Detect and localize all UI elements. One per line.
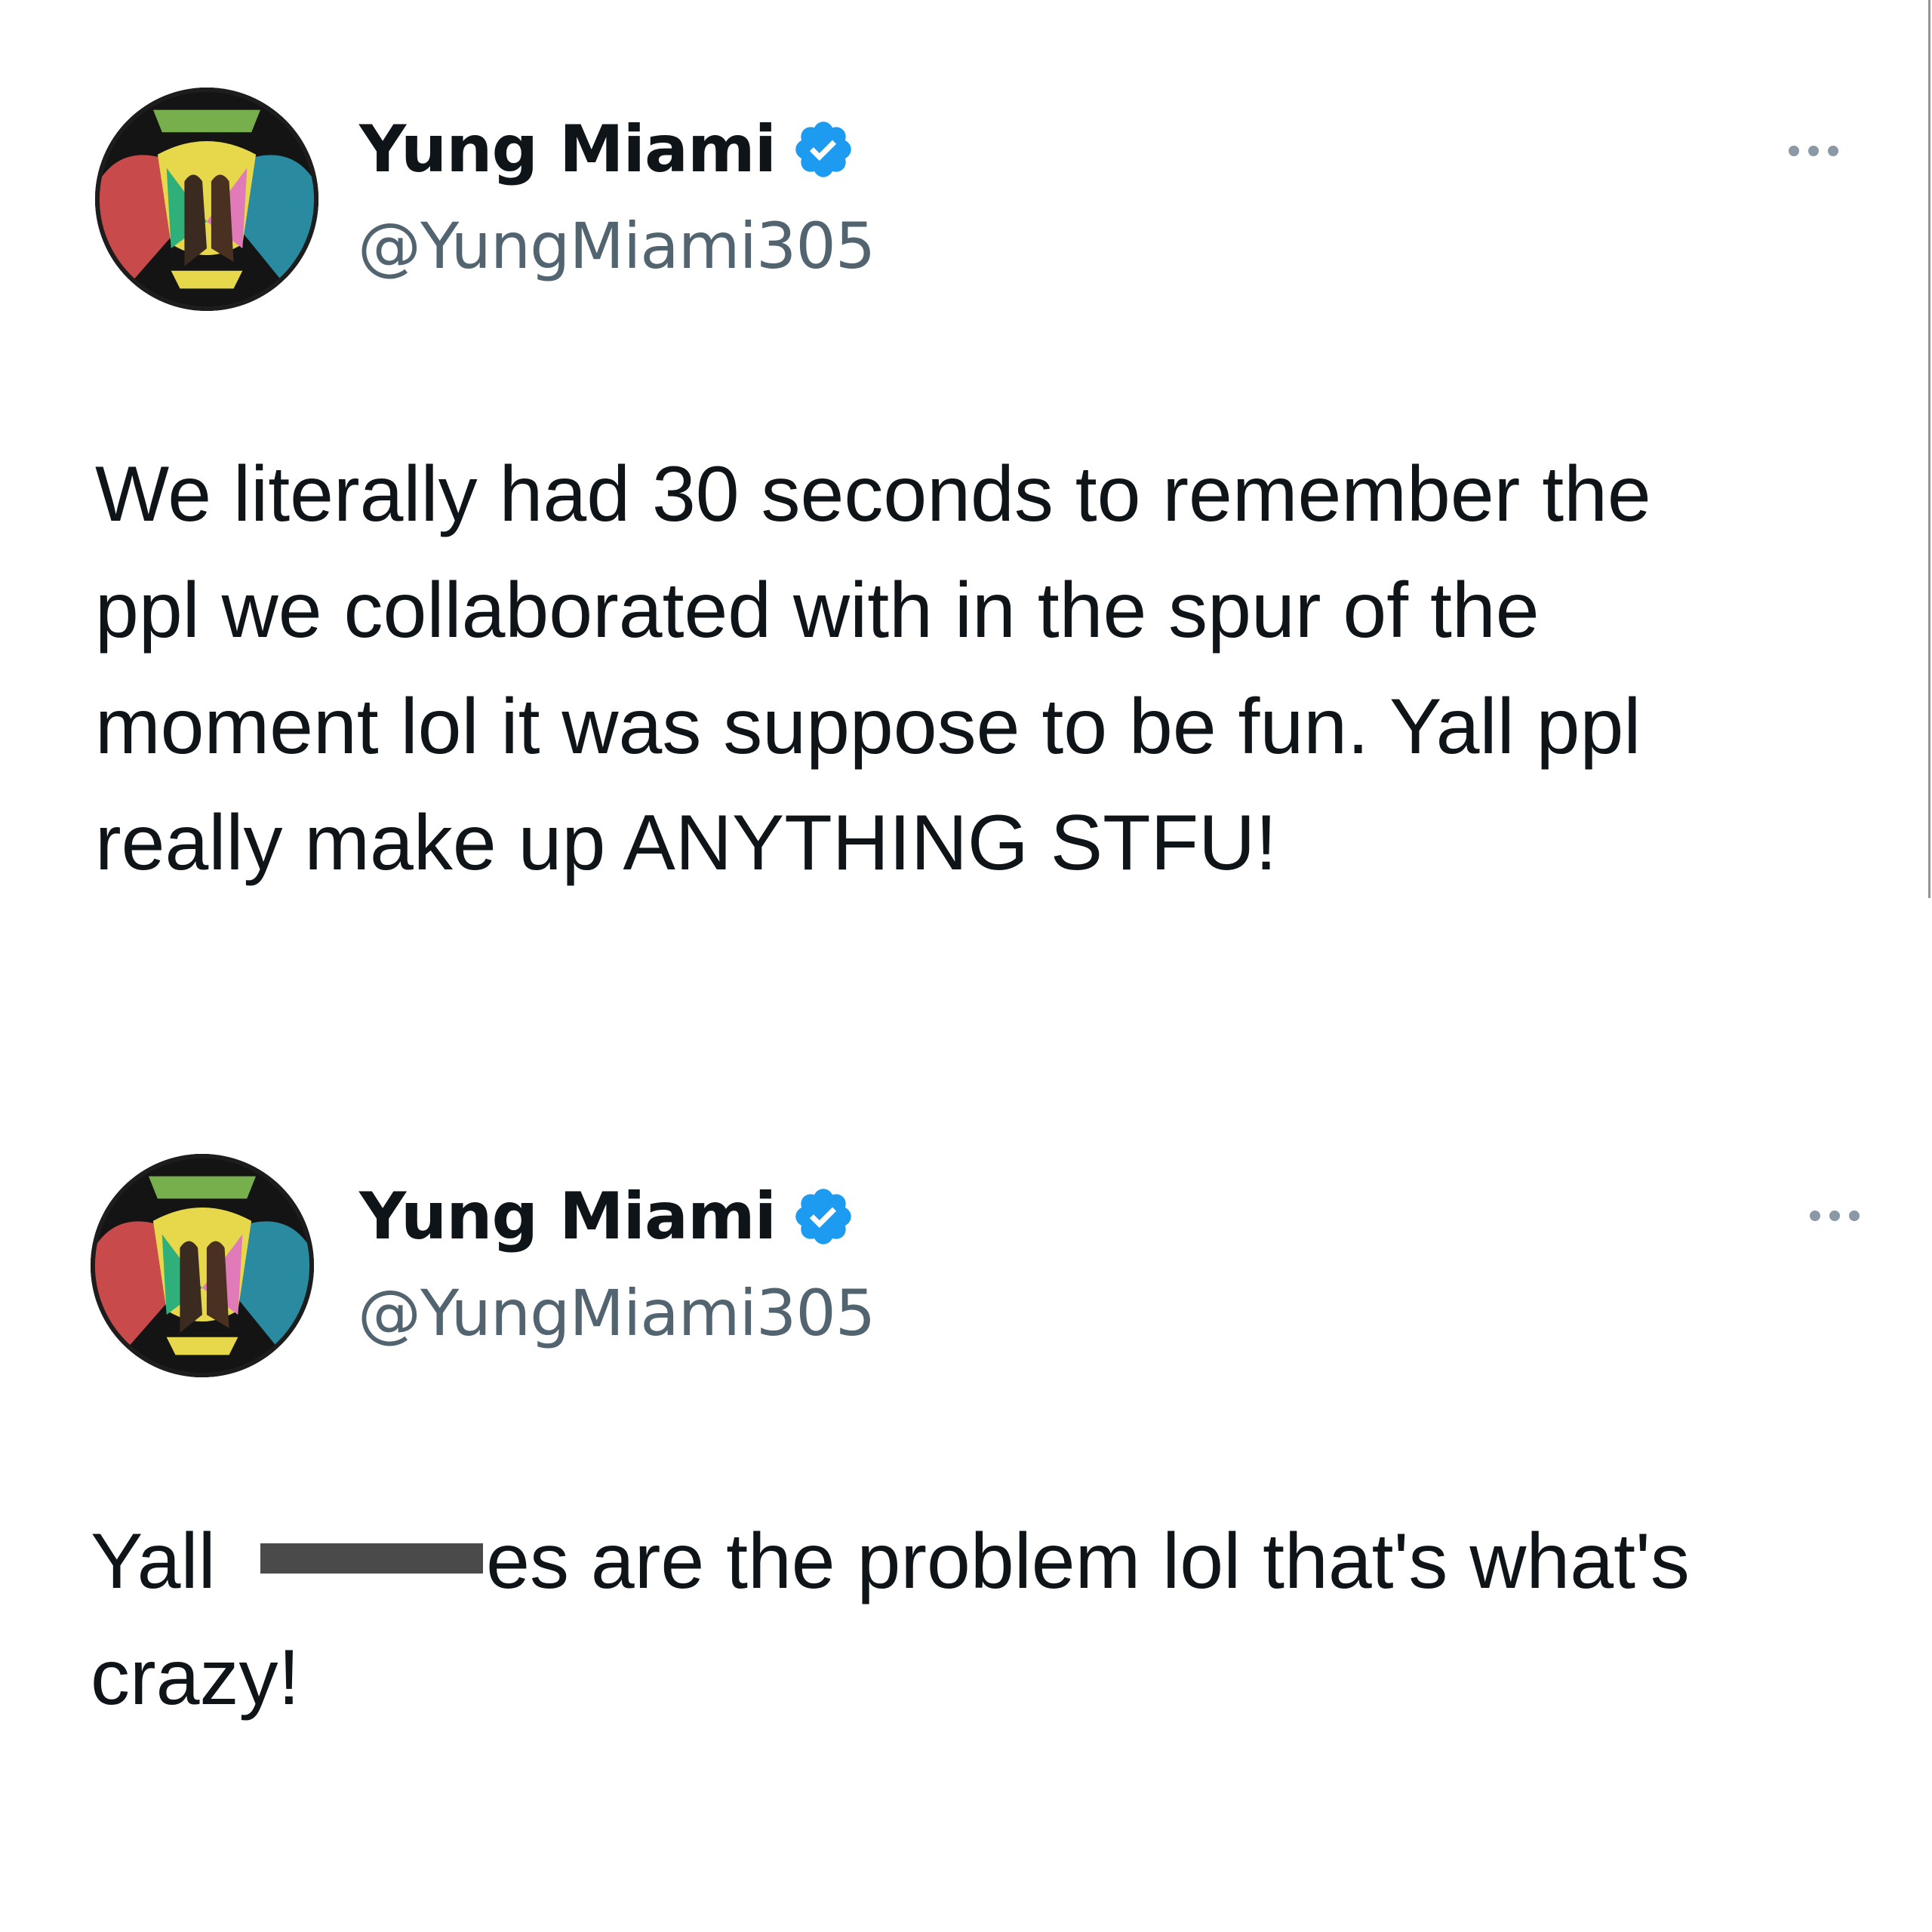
tweet[interactable]: Yung Miami @YungMiami305 We literally ha… <box>0 0 1932 981</box>
tweet-text: We literally had 30 seconds to remember … <box>95 451 1651 887</box>
dot <box>1810 1211 1820 1221</box>
avatar[interactable] <box>91 1154 314 1377</box>
display-name[interactable]: Yung Miami <box>359 112 777 187</box>
dot <box>1828 146 1838 156</box>
censor-bar <box>260 1543 484 1574</box>
avatar[interactable] <box>95 88 318 311</box>
album-cover-avatar <box>95 88 318 311</box>
more-options-icon[interactable] <box>1789 146 1838 156</box>
tweet[interactable]: Yung Miami @YungMiami305 Yall bitcheses … <box>0 981 1932 1932</box>
dot <box>1849 1211 1860 1221</box>
handle[interactable]: @YungMiami305 <box>358 209 875 283</box>
author-name-row[interactable]: Yung Miami <box>359 1179 856 1254</box>
handle[interactable]: @YungMiami305 <box>358 1276 875 1350</box>
tweet-text: Yall bitcheses are the problem lol that'… <box>91 1503 1690 1736</box>
censored-word: bitches <box>238 1518 487 1605</box>
more-options-icon[interactable] <box>1810 1211 1860 1221</box>
dot <box>1829 1211 1840 1221</box>
verified-badge-icon <box>795 122 851 177</box>
text-before: Yall <box>91 1518 238 1605</box>
verified-badge-icon <box>795 1189 851 1244</box>
author-name-row[interactable]: Yung Miami <box>359 112 856 187</box>
display-name[interactable]: Yung Miami <box>359 1179 777 1254</box>
dot <box>1808 146 1819 156</box>
dot <box>1789 146 1799 156</box>
album-cover-avatar <box>91 1154 314 1377</box>
